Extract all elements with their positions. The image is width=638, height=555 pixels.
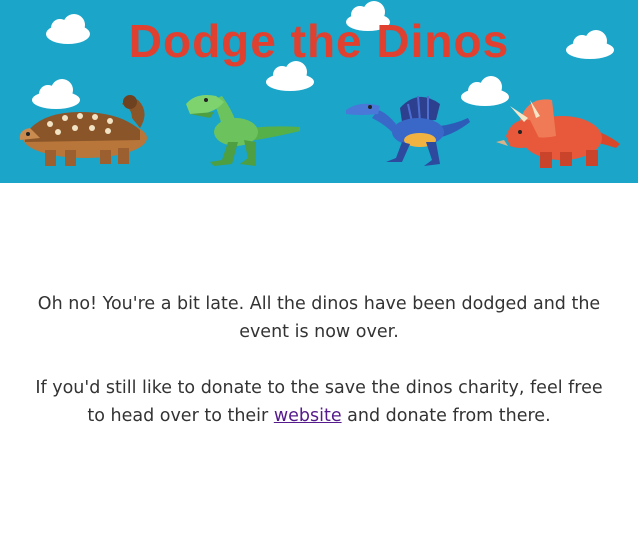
donate-text-after: and donate from there.	[341, 406, 551, 426]
page-title: Dodge the Dinos	[128, 15, 510, 67]
event-over-message: Oh no! You're a bit late. All the dinos …	[0, 290, 638, 458]
t-rex-icon	[186, 95, 300, 166]
triceratops-icon	[496, 99, 620, 168]
charity-website-link[interactable]: website	[274, 406, 342, 426]
header-banner: Dodge the Dinos	[0, 0, 638, 183]
cloud-icon	[32, 79, 80, 109]
cloud-icon	[461, 76, 509, 106]
spinosaurus-icon	[346, 95, 470, 166]
late-notice-text: Oh no! You're a bit late. All the dinos …	[37, 294, 601, 342]
donate-paragraph: If you'd still like to donate to the sav…	[0, 374, 638, 430]
